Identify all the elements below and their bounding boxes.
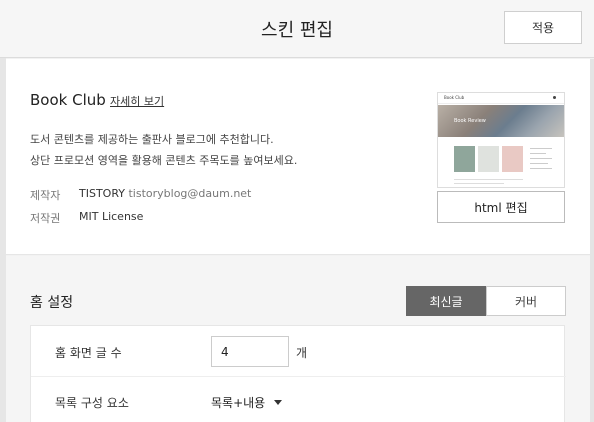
skin-preview-thumbnail: Book Club Book Review [437, 92, 565, 188]
list-components-label: 목록 구성 요소 [55, 396, 129, 410]
tab-cover[interactable]: 커버 [486, 286, 566, 316]
description-line: 도서 콘텐츠를 제공하는 출판사 블로그에 추천합니다. [30, 133, 274, 146]
skin-description: 도서 콘텐츠를 제공하는 출판사 블로그에 추천합니다. 상단 프로모션 영역을… [30, 129, 297, 171]
preview-hero-text: Book Review [454, 118, 486, 124]
posts-count-unit: 개 [296, 346, 308, 360]
row-divider [31, 376, 566, 377]
maker-value: TISTORY tistoryblog@daum.net [79, 187, 251, 200]
skin-info-card: Book Club 자세히 보기 도서 콘텐츠를 제공하는 출판사 블로그에 추… [6, 59, 590, 255]
description-line: 상단 프로모션 영역을 활용해 콘텐츠 주목도를 높여보세요. [30, 154, 298, 167]
list-components-select[interactable]: 목록+내용 [211, 394, 265, 411]
license-value: MIT License [79, 210, 144, 223]
preview-sidebar-line [530, 158, 552, 159]
preview-card-image [502, 146, 523, 172]
detail-link[interactable]: 자세히 보기 [110, 93, 164, 109]
preview-card-image [478, 146, 499, 172]
preview-card-image [454, 146, 475, 172]
header-bar: 스킨 편집 적용 [0, 0, 594, 58]
apply-button[interactable]: 적용 [504, 11, 582, 44]
preview-menu-icon [553, 96, 556, 99]
html-edit-button[interactable]: html 편집 [437, 191, 565, 223]
license-label: 저작권 [30, 212, 61, 225]
home-settings-section: 홈 설정 최신글 커버 홈 화면 글 수 개 목록 구성 요소 목록+내용 [6, 256, 590, 422]
home-settings-box: 홈 화면 글 수 개 목록 구성 요소 목록+내용 [30, 325, 566, 422]
preview-text-line [454, 183, 504, 184]
preview-sidebar-line [530, 168, 552, 169]
maker-label: 제작자 [30, 189, 61, 202]
scrollbar[interactable] [590, 59, 594, 422]
maker-name: TISTORY [79, 187, 125, 200]
preview-nav: Book Club [438, 93, 564, 104]
preview-text-line [454, 179, 523, 180]
preview-sidebar-line [530, 148, 552, 149]
preview-sidebar-line [530, 163, 548, 164]
chevron-down-icon[interactable] [274, 400, 282, 405]
home-settings-title: 홈 설정 [30, 295, 74, 311]
preview-brand: Book Club [444, 95, 465, 100]
tab-latest-posts[interactable]: 최신글 [406, 286, 486, 316]
maker-email: tistoryblog@daum.net [128, 187, 252, 200]
preview-sidebar-line [530, 153, 546, 154]
posts-count-input[interactable] [211, 336, 289, 367]
posts-count-label: 홈 화면 글 수 [55, 346, 122, 360]
skin-name: Book Club [30, 91, 106, 109]
